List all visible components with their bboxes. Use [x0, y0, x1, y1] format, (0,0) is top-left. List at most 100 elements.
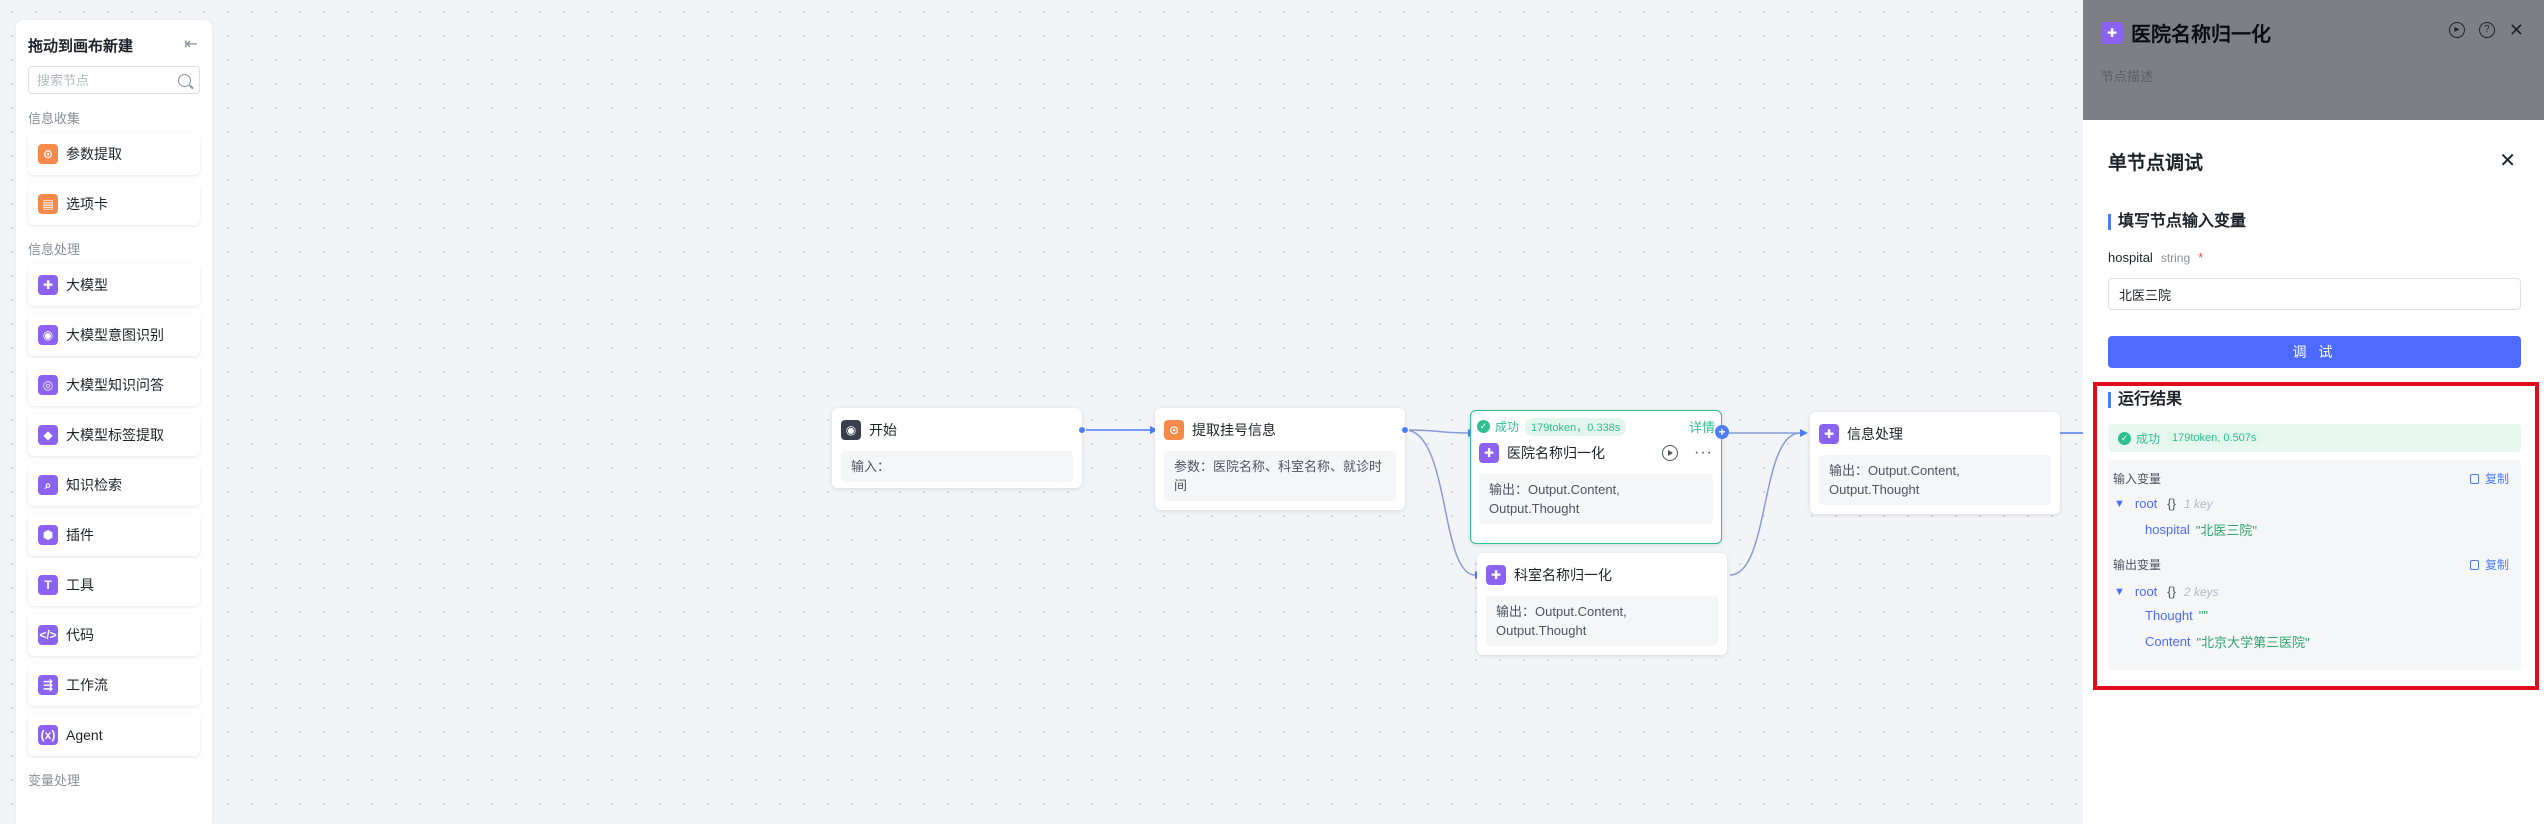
- node-extract-registration[interactable]: ⊙ 提取挂号信息 参数：医院名称、科室名称、就诊时间: [1155, 408, 1409, 510]
- node-palette: 拖动到画布新建 ⇤ 信息收集 ⊙ 参数提取 ▤ 选项卡 信息处理 ✚ 大模型 ◉…: [16, 20, 212, 824]
- tool-item-knowledge-qa[interactable]: ◎ 大模型知识问答: [28, 364, 200, 406]
- tool-label: 工作流: [66, 677, 108, 693]
- workflow-icon: ⇶: [38, 675, 58, 695]
- llm-icon: ✚: [38, 275, 58, 295]
- tool-label: 知识检索: [66, 477, 122, 493]
- tool-label: 大模型知识问答: [66, 377, 164, 393]
- detail-link[interactable]: 详情: [1689, 417, 1715, 436]
- llm-icon: ✚: [1479, 443, 1499, 463]
- result-highlight-box: [2093, 382, 2539, 690]
- node-header: ◉ 开始: [841, 419, 1073, 441]
- status-success: ✓ 成功 179token，0.338s: [1477, 417, 1627, 436]
- node-info-process[interactable]: ✚ 信息处理 输出：Output.Content, Output.Thought: [1810, 412, 2060, 514]
- node-config-panel: ✚ 医院名称归一化 节点描述 ▸ ? ✕: [2083, 0, 2544, 120]
- extract-icon: ⊙: [38, 144, 58, 164]
- node-hospital-normalize[interactable]: ✓ 成功 179token，0.338s 详情 ✚ 医院名称归一化 ··· 输出…: [1470, 410, 1729, 544]
- collapse-icon[interactable]: ⇤: [182, 36, 200, 54]
- tag-icon: ◆: [38, 425, 58, 445]
- tool-label: Agent: [66, 727, 103, 743]
- debug-run-button[interactable]: 调 试: [2108, 336, 2521, 368]
- plugin-icon: ⬢: [38, 525, 58, 545]
- node-title: 医院名称归一化: [1507, 445, 1605, 461]
- tool-item-options-card[interactable]: ▤ 选项卡: [28, 183, 200, 225]
- extract-icon: ⊙: [1164, 420, 1184, 440]
- close-icon[interactable]: ✕: [2499, 148, 2516, 173]
- token-badge: 179token，0.338s: [1525, 417, 1627, 436]
- node-title: 开始: [869, 422, 897, 438]
- palette-search[interactable]: [28, 66, 200, 94]
- tool-icon: T: [38, 575, 58, 595]
- tool-label: 工具: [66, 577, 94, 593]
- tool-item-llm[interactable]: ✚ 大模型: [28, 264, 200, 306]
- palette-title: 拖动到画布新建: [28, 37, 134, 55]
- node-dept-normalize[interactable]: ✚ 科室名称归一化 输出：Output.Content, Output.Thou…: [1477, 553, 1727, 655]
- tool-item-code[interactable]: </> 代码: [28, 614, 200, 656]
- node-body: 输出：Output.Content, Output.Thought: [1486, 596, 1718, 646]
- output-port[interactable]: [1078, 426, 1086, 434]
- group-label-info-collect: 信息收集: [28, 111, 81, 126]
- input-section-title: 填写节点输入变量: [2108, 214, 2246, 230]
- arrow-head: [1800, 429, 1808, 437]
- knowledge-qa-icon: ◎: [38, 375, 58, 395]
- search-icon[interactable]: [178, 73, 191, 87]
- tool-label: 选项卡: [66, 196, 108, 212]
- tool-label: 大模型意图识别: [66, 327, 164, 343]
- tool-item-agent[interactable]: (x) Agent: [28, 714, 200, 756]
- close-icon[interactable]: ✕: [2509, 21, 2524, 39]
- options-card-icon: ▤: [38, 194, 58, 214]
- tool-item-workflow[interactable]: ⇶ 工作流: [28, 664, 200, 706]
- required-mark: *: [2198, 250, 2204, 265]
- group-label-variable: 变量处理: [28, 773, 81, 788]
- tool-item-plugin[interactable]: ⬢ 插件: [28, 514, 200, 556]
- field-name: hospital: [2108, 250, 2153, 265]
- output-port[interactable]: [1401, 426, 1409, 434]
- search-input[interactable]: [37, 72, 167, 88]
- llm-icon: ✚: [1819, 424, 1839, 444]
- node-header: ✚ 科室名称归一化: [1486, 564, 1718, 586]
- code-icon: </>: [38, 625, 58, 645]
- node-header: ✚ 信息处理: [1819, 423, 2051, 445]
- tool-label: 代码: [66, 627, 94, 643]
- intent-icon: ◉: [38, 325, 58, 345]
- node-title: 提取挂号信息: [1192, 422, 1276, 438]
- node-run-status: ✓ 成功 179token，0.338s 详情: [1477, 417, 1715, 436]
- hospital-input[interactable]: [2108, 278, 2521, 310]
- panel-title-row: ✚ 医院名称归一化: [2101, 18, 2271, 47]
- node-title: 信息处理: [1847, 426, 1903, 442]
- panel-title: 医院名称归一化: [2131, 24, 2271, 46]
- tool-item-tag-extract[interactable]: ◆ 大模型标签提取: [28, 414, 200, 456]
- tool-item-param-extract[interactable]: ⊙ 参数提取: [28, 133, 200, 175]
- llm-icon: ✚: [1486, 565, 1506, 585]
- node-body: 输出：Output.Content, Output.Thought: [1479, 474, 1713, 524]
- retrieval-icon: ⌕: [38, 475, 58, 495]
- group-label-info-process: 信息处理: [28, 242, 81, 257]
- field-label: hospital string *: [2108, 250, 2203, 265]
- node-body: 输出：Output.Content, Output.Thought: [1819, 455, 2051, 505]
- node-body: 参数：医院名称、科室名称、就诊时间: [1164, 451, 1396, 501]
- node-description[interactable]: 节点描述: [2101, 66, 2153, 85]
- tool-item-tool[interactable]: T 工具: [28, 564, 200, 606]
- node-start[interactable]: ◉ 开始 输入：: [832, 408, 1086, 488]
- status-text: 成功: [1495, 420, 1520, 434]
- tool-item-intent[interactable]: ◉ 大模型意图识别: [28, 314, 200, 356]
- run-icon[interactable]: [1662, 445, 1679, 461]
- edge-extract-dept: [1404, 429, 1476, 576]
- run-icon[interactable]: ▸: [2448, 22, 2465, 38]
- node-header: ✚ 医院名称归一化 ···: [1479, 442, 1713, 464]
- llm-icon: ✚: [2101, 21, 2123, 44]
- help-icon[interactable]: ?: [2478, 22, 2495, 38]
- tool-label: 参数提取: [66, 146, 122, 162]
- panel-actions: ▸ ? ✕: [2448, 21, 2524, 39]
- palette-header: 拖动到画布新建 ⇤: [28, 34, 200, 56]
- tool-label: 大模型标签提取: [66, 427, 164, 443]
- check-icon: ✓: [1477, 420, 1490, 433]
- node-title: 科室名称归一化: [1514, 567, 1612, 583]
- node-header: ⊙ 提取挂号信息: [1164, 419, 1396, 441]
- more-icon[interactable]: ···: [1694, 444, 1713, 462]
- debug-title: 单节点调试: [2108, 153, 2204, 174]
- tool-label: 大模型: [66, 277, 108, 293]
- add-node-icon[interactable]: +: [1715, 425, 1729, 439]
- tool-item-retrieval[interactable]: ⌕ 知识检索: [28, 464, 200, 506]
- tool-label: 插件: [66, 527, 94, 543]
- edge-dept-info: [1729, 432, 1801, 576]
